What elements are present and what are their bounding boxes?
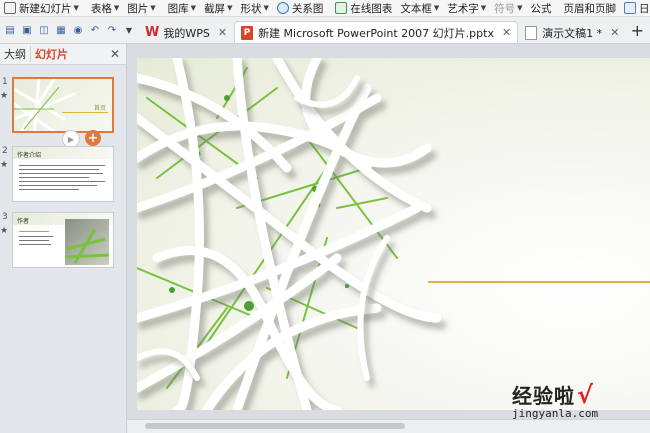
quick-access-menu-icon[interactable]: ▼ — [121, 22, 137, 38]
header-footer-button[interactable]: 页眉和页脚 — [560, 0, 621, 16]
slide-accent-line — [428, 281, 650, 283]
watermark-logo: 经验啦√ — [512, 381, 595, 409]
new-tab-icon[interactable]: + — [631, 21, 644, 40]
animation-star-icon: ★ — [0, 160, 9, 170]
text-line — [19, 231, 49, 232]
tab-outline[interactable]: 大纲 — [0, 46, 30, 62]
scrollbar-thumb[interactable] — [145, 423, 405, 429]
text-line — [19, 181, 105, 182]
table-button[interactable]: 表格 ▼ — [87, 0, 123, 16]
shape-button[interactable]: 形状 ▼ — [236, 0, 272, 16]
text-line — [19, 244, 51, 245]
animation-star-icon: ★ — [0, 226, 9, 236]
save-icon[interactable]: ▣ — [19, 22, 35, 38]
thumbnail-title: 作者介绍 — [17, 152, 42, 159]
text-line — [19, 173, 103, 174]
slide-number: 2 — [2, 146, 8, 156]
print-preview-icon[interactable]: ◉ — [70, 22, 86, 38]
thumbnail-photo — [64, 219, 110, 265]
close-panel-icon[interactable]: ✕ — [110, 47, 120, 61]
text-line — [19, 169, 99, 170]
date-time-button[interactable]: 日期和时间 — [620, 0, 650, 16]
watermark-url: jingyanla.com — [512, 407, 599, 420]
save-as-icon[interactable]: ◫ — [36, 22, 52, 38]
thumbnail-title: 首页 — [93, 105, 106, 112]
textbox-button[interactable]: 文本框 ▼ — [396, 0, 443, 16]
wordart-button[interactable]: 艺术字 ▼ — [443, 0, 490, 16]
formula-button[interactable]: 公式 — [527, 0, 556, 16]
slide-number: 3 — [2, 212, 8, 222]
text-line — [19, 177, 89, 178]
thumbnail-line — [62, 112, 108, 113]
document-tabbar: ▤ ▣ ◫ ▦ ◉ ↶ ↷ ▼ W 我的WPS ✕ P 新建 Microsoft… — [0, 17, 650, 44]
undo-icon[interactable]: ↶ — [87, 22, 103, 38]
thumbnail-title: 作者 — [17, 218, 30, 225]
slide-background-pattern — [137, 58, 442, 410]
redo-icon[interactable]: ↷ — [104, 22, 120, 38]
new-slide-button[interactable]: 新建幻灯片 ▼ — [0, 0, 83, 16]
tab-my-wps[interactable]: W 我的WPS ✕ — [138, 21, 234, 43]
ribbon-toolbar: 新建幻灯片 ▼ 表格 ▼ 图片 ▼ 图库 ▼ 截屏 ▼ 形状 ▼ 关系图 在线图表 文本框 ▼… — [0, 0, 650, 17]
tab-current-pptx[interactable]: P 新建 Microsoft PowerPoint 2007 幻灯片.pptx … — [234, 21, 519, 43]
animation-star-icon: ★ — [0, 91, 9, 101]
tab-slides[interactable]: 幻灯片 — [30, 46, 72, 62]
new-slide-icon — [4, 2, 16, 14]
caret-down-icon: ▼ — [263, 4, 269, 12]
quick-access-toolbar: ▤ ▣ ◫ ▦ ◉ ↶ ↷ ▼ — [0, 17, 138, 43]
close-icon[interactable]: ✕ — [502, 26, 511, 39]
caret-down-icon: ▼ — [433, 4, 440, 12]
gallery-button[interactable]: 图库 ▼ — [164, 0, 200, 16]
caret-down-icon: ▼ — [517, 4, 523, 12]
photo-pattern — [64, 228, 110, 264]
close-icon[interactable]: ✕ — [610, 26, 619, 39]
watermark: 经验啦√ jingyanla.com — [512, 380, 642, 430]
caret-down-icon: ▼ — [190, 4, 197, 12]
relation-chart-icon — [276, 2, 289, 14]
slides-panel: 大纲 幻灯片 ✕ 1 ★ 首页 ▶ + 2 ★ 作者介绍 3 ★ 作者 — [0, 44, 127, 433]
online-chart-button[interactable]: 在线图表 — [331, 0, 396, 16]
thumbnail-image: 作者 — [12, 212, 114, 268]
close-icon[interactable]: ✕ — [218, 26, 227, 39]
doc-file-icon — [525, 25, 538, 40]
caret-down-icon: ▼ — [480, 4, 487, 12]
text-line — [19, 236, 53, 237]
ppt-file-icon: P — [241, 25, 254, 40]
print-icon[interactable]: ▦ — [53, 22, 69, 38]
slide-number: 1 — [2, 77, 8, 87]
panel-header: 大纲 幻灯片 ✕ — [0, 44, 126, 65]
thumbnail-image: 首页 — [12, 77, 114, 133]
text-line — [19, 185, 97, 186]
caret-down-icon: ▼ — [73, 4, 79, 12]
screenshot-button[interactable]: 截屏 ▼ — [200, 0, 236, 16]
text-line — [19, 165, 105, 166]
online-chart-icon — [335, 2, 348, 14]
picture-button[interactable]: 图片 ▼ — [123, 0, 159, 16]
wps-logo-icon: W — [145, 25, 160, 40]
symbol-button[interactable]: 符号 ▼ — [490, 0, 526, 16]
text-line — [19, 189, 79, 190]
add-slide-icon[interactable]: + — [85, 130, 101, 146]
slide-editing-area — [127, 44, 650, 433]
relation-chart-button[interactable]: 关系图 — [273, 0, 328, 16]
slide-canvas[interactable] — [137, 58, 650, 410]
thumbnail-image: 作者介绍 — [12, 146, 114, 202]
open-icon[interactable]: ▤ — [2, 22, 18, 38]
caret-down-icon: ▼ — [227, 4, 233, 12]
caret-down-icon: ▼ — [113, 4, 120, 12]
caret-down-icon: ▼ — [150, 4, 156, 12]
text-line — [19, 240, 49, 241]
tab-presentation-1[interactable]: 演示文稿1 * ✕ — [518, 21, 626, 43]
checkmark-icon: √ — [577, 381, 595, 409]
calendar-icon — [624, 2, 637, 14]
thumb-pattern — [14, 79, 76, 131]
